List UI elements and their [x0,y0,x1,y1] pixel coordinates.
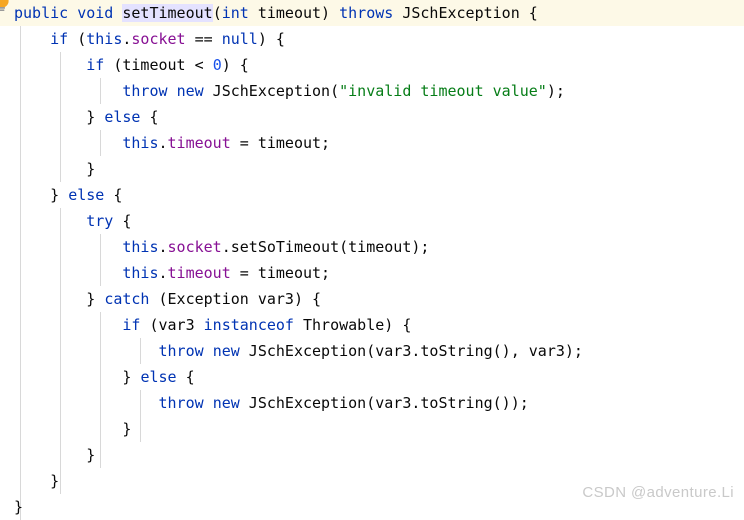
code-token: throw [122,82,168,100]
code-token: throw [158,394,204,412]
code-line[interactable]: } [0,416,744,442]
code-token: if [122,316,141,334]
code-token: new [212,394,240,412]
code-token: else [104,108,141,126]
code-token: new [176,82,204,100]
code-line[interactable]: if (timeout < 0) { [0,52,744,78]
code-token: this [122,238,159,256]
code-token: else [140,368,177,386]
code-token: instanceof [203,316,294,334]
code-token: socket [131,30,186,48]
code-line[interactable]: } else { [0,364,744,390]
code-line[interactable]: this.timeout = timeout; [0,130,744,156]
code-token: "invalid timeout value" [339,82,547,100]
code-token: socket [167,238,222,256]
code-token: int [221,4,249,22]
code-token: else [68,186,105,204]
code-token: 0 [212,56,222,74]
code-line[interactable]: if (var3 instanceof Throwable) { [0,312,744,338]
code-line[interactable]: } else { [0,104,744,130]
code-token: if [50,30,69,48]
code-line[interactable]: } [0,156,744,182]
watermark: CSDN @adventure.Li [582,484,734,501]
code-line[interactable]: try { [0,208,744,234]
code-content[interactable]: public void setTimeout(int timeout) thro… [0,0,744,520]
code-line[interactable]: if (this.socket == null) { [0,26,744,52]
code-line[interactable]: this.socket.setSoTimeout(timeout); [0,234,744,260]
code-line[interactable]: this.timeout = timeout; [0,260,744,286]
code-token: throws [339,4,394,22]
code-token: this [122,134,159,152]
code-token: null [221,30,258,48]
code-token: new [212,342,240,360]
code-line[interactable]: } else { [0,182,744,208]
code-token: if [86,56,105,74]
code-line[interactable]: } [0,442,744,468]
code-line[interactable]: public void setTimeout(int timeout) thro… [0,0,744,26]
code-token: try [86,212,114,230]
code-token: setTimeout [122,4,213,22]
code-token: this [86,30,123,48]
code-token: timeout [167,134,231,152]
code-line[interactable]: throw new JSchException(var3.toString(),… [0,338,744,364]
code-line[interactable]: } catch (Exception var3) { [0,286,744,312]
code-token: timeout [167,264,231,282]
code-editor[interactable]: public void setTimeout(int timeout) thro… [0,0,744,520]
code-token: catch [104,290,150,308]
code-line[interactable]: throw new JSchException("invalid timeout… [0,78,744,104]
code-line[interactable]: throw new JSchException(var3.toString())… [0,390,744,416]
code-token: throw [158,342,204,360]
code-token: public [14,4,69,22]
code-token: this [122,264,159,282]
code-token: void [77,4,114,22]
